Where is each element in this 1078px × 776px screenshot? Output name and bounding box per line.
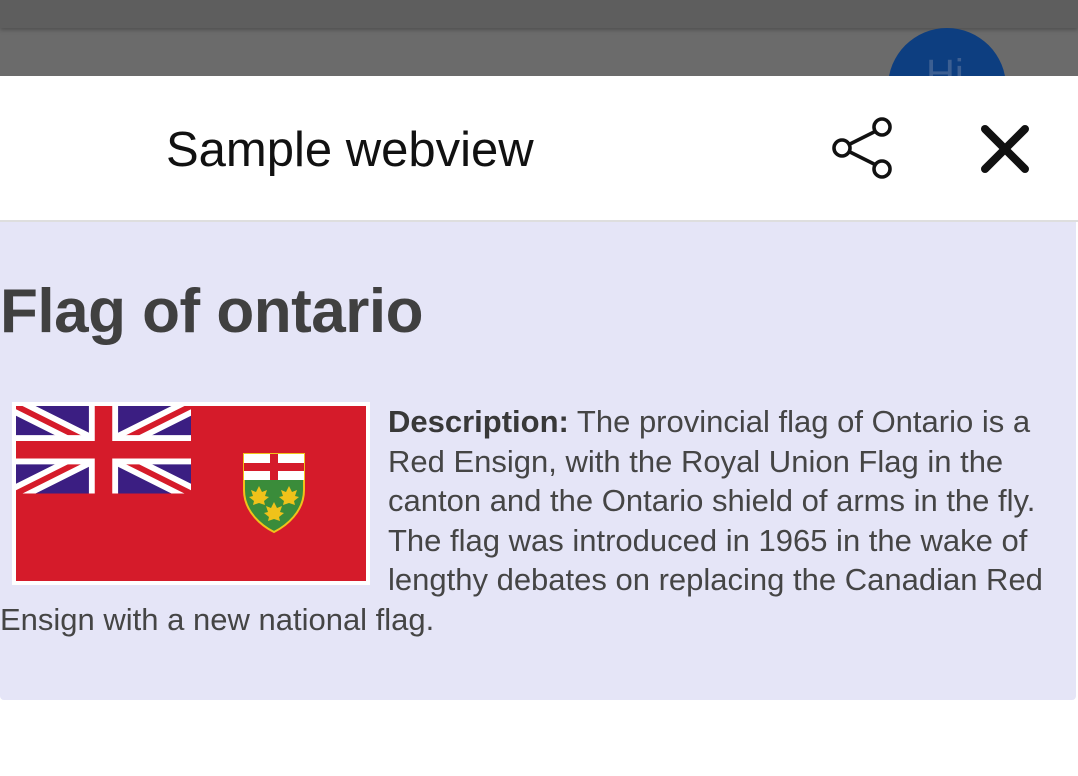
background-avatar-initials: Hi — [926, 52, 964, 76]
background-app: Hi — [0, 0, 1078, 76]
page-heading: Flag of ontario — [0, 277, 424, 346]
webview-sheet: Sample webview Flag of ontario Descripti… — [0, 76, 1078, 776]
description-label: Description: — [388, 404, 569, 439]
flag-of-ontario-image — [12, 402, 370, 585]
background-app-bar — [0, 0, 1078, 28]
share-icon — [832, 117, 892, 179]
ontario-flag-graphic — [16, 406, 366, 581]
webview-title: Sample webview — [166, 123, 534, 177]
webview-header: Sample webview — [0, 76, 1078, 222]
webview-content: Flag of ontario Description: The provinc… — [0, 222, 1076, 700]
article-body: Description: The provincial flag of Onta… — [0, 402, 1076, 639]
share-button[interactable] — [826, 112, 898, 184]
close-icon — [981, 125, 1029, 173]
background-avatar: Hi — [888, 28, 1006, 76]
close-button[interactable] — [972, 116, 1038, 182]
